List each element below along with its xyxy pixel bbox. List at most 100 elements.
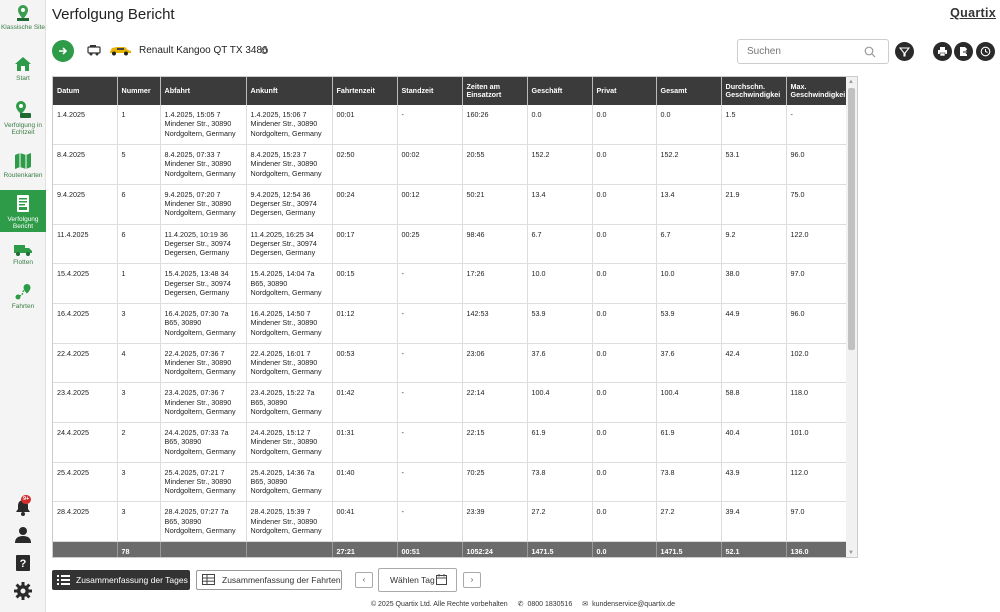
cell-fahrtenzeit: 01:42: [332, 382, 398, 423]
cell-line: Degerser Str., 30974: [250, 199, 317, 209]
search-input[interactable]: [747, 40, 857, 63]
cell-line: Mindener Str., 30890: [250, 159, 318, 169]
cell-standzeit: -: [397, 382, 463, 423]
settings-button[interactable]: [13, 581, 33, 601]
total-avg-speed: 52.1: [721, 541, 787, 557]
next-day-button[interactable]: ›: [463, 572, 481, 588]
cell-standzeit: 00:02: [397, 144, 463, 185]
cell-gesamt: 152.2: [656, 144, 722, 185]
sidebar-item-tracking-report[interactable]: Verfolgung Bericht: [0, 190, 46, 232]
cell-max: 96.0: [786, 303, 848, 344]
filter-icon: [899, 47, 910, 57]
notifications-button[interactable]: 9+: [13, 495, 33, 517]
cell-privat: 0.0: [592, 184, 657, 225]
total-standzeit: 00:51: [397, 541, 463, 557]
export-button[interactable]: [954, 42, 973, 61]
choose-day-button[interactable]: Wählen Tag: [378, 568, 457, 592]
sidebar-item-classic-site[interactable]: Klassische Site: [0, 4, 46, 40]
go-button[interactable]: [52, 40, 74, 62]
table-row[interactable]: 15.4.2025 1 15.4.2025, 13:48 34 Degerser St…: [53, 263, 848, 304]
previous-day-button[interactable]: ‹: [355, 572, 373, 588]
cell-einsatzort: 70:25: [462, 462, 528, 503]
cell-max: -: [786, 105, 848, 146]
cell-privat: 0.0: [592, 263, 657, 304]
sidebar-item-label: Verfolgung Bericht: [7, 216, 39, 230]
table-row[interactable]: 24.4.2025 2 24.4.2025, 07:33 7a B65, 30890 N…: [53, 422, 848, 463]
column-header-datum[interactable]: Datum: [53, 77, 118, 105]
schedule-button[interactable]: [976, 42, 995, 61]
cell-nummer: 1: [117, 263, 161, 304]
phone-text[interactable]: 0800 1830516: [527, 601, 572, 608]
sidebar-item-start[interactable]: Start: [0, 55, 46, 87]
table-row[interactable]: 8.4.2025 5 8.4.2025, 07:33 7 Mindener Str.,…: [53, 144, 848, 185]
search-icon[interactable]: [864, 46, 876, 58]
cell-line: Degersen, Germany: [250, 248, 316, 258]
cell-line: Nordgoltern, Germany: [250, 287, 322, 297]
cell-line: 9.4.2025, 07:20 7: [164, 189, 221, 199]
column-header-fahrtenzeit[interactable]: Fahrtenzeit: [332, 77, 398, 105]
column-header-standzeit[interactable]: Standzeit: [397, 77, 463, 105]
table-row[interactable]: 22.4.2025 4 22.4.2025, 07:36 7 Mindener Str…: [53, 343, 848, 384]
summary-days-button[interactable]: Zusammenfassung der Tages: [52, 570, 190, 590]
sidebar-item-fleets[interactable]: Flotten: [0, 243, 46, 271]
table-row[interactable]: 16.4.2025 3 16.4.2025, 07:30 7a B65, 30890 N…: [53, 303, 848, 344]
filter-button[interactable]: [895, 42, 914, 61]
cell-datum: 24.4.2025: [53, 422, 118, 463]
cell-line: 8.4.2025, 15:23 7: [250, 150, 307, 160]
email-text[interactable]: kundenservice@quartix.de: [592, 601, 675, 608]
cell-gesamt: 0.0: [656, 105, 722, 146]
scroll-down-icon[interactable]: ▼: [848, 550, 854, 556]
cell-privat: 0.0: [592, 303, 657, 344]
column-header-privat[interactable]: Privat: [592, 77, 657, 105]
table-row[interactable]: 1.4.2025 1 1.4.2025, 15:05 7 Mindener Str.,…: [53, 105, 848, 146]
column-header-max-speed[interactable]: Max. Geschwindigkei: [786, 77, 848, 105]
table-row[interactable]: 9.4.2025 6 9.4.2025, 07:20 7 Mindener Str.,…: [53, 184, 848, 225]
column-header-avg-speed[interactable]: Durchschn. Geschwindigkei: [721, 77, 787, 105]
cell-line: Nordgoltern, Germany: [250, 446, 322, 456]
sidebar-item-route-maps[interactable]: Routenkarten: [0, 152, 46, 182]
column-header-gesamt[interactable]: Gesamt: [656, 77, 722, 105]
cell-line: Degersen, Germany: [250, 208, 316, 218]
vehicle-name[interactable]: Renault Kangoo QT TX 3486: [139, 45, 268, 56]
cell-line: Degersen, Germany: [164, 248, 230, 258]
cell-fahrtenzeit: 00:24: [332, 184, 398, 225]
cell-abfahrt: 25.4.2025, 07:21 7 Mindener Str., 30890 No…: [160, 462, 247, 503]
scrollbar-thumb[interactable]: [848, 88, 855, 350]
cell-datum: 8.4.2025: [53, 144, 118, 185]
cell-standzeit: -: [397, 105, 463, 146]
cell-line: Nordgoltern, Germany: [164, 208, 236, 218]
cell-ankunft: 22.4.2025, 16:01 7 Mindener Str., 30890 No…: [246, 343, 333, 384]
summary-trips-button[interactable]: Zusammenfassung der Fahrten: [196, 570, 342, 590]
cell-line: 25.4.2025, 14:36 7a: [250, 467, 315, 477]
table-scrollbar[interactable]: ▲ ▼: [846, 77, 857, 557]
cell-line: B65, 30890: [250, 476, 288, 486]
cell-einsatzort: 20:55: [462, 144, 528, 185]
table-row[interactable]: 28.4.2025 3 28.4.2025, 07:27 7a B65, 30890 N…: [53, 501, 848, 543]
cell-line: Nordgoltern, Germany: [164, 525, 236, 535]
table-row[interactable]: 25.4.2025 3 25.4.2025, 07:21 7 Mindener Str…: [53, 462, 848, 503]
cell-geschaeft: 152.2: [527, 144, 593, 185]
cell-line: Degerser Str., 30974: [164, 238, 231, 248]
cell-gesamt: 37.6: [656, 343, 722, 384]
column-header-abfahrt[interactable]: Abfahrt: [160, 77, 247, 105]
cell-line: Mindener Str., 30890: [164, 397, 232, 407]
column-header-ankunft[interactable]: Ankunft: [246, 77, 333, 105]
cell-einsatzort: 23:06: [462, 343, 528, 384]
sidebar-item-trips[interactable]: Fahrten: [0, 283, 46, 313]
cell-datum: 1.4.2025: [53, 105, 118, 146]
column-header-einsatzort[interactable]: Zeiten am Einsatzort: [462, 77, 528, 105]
account-button[interactable]: [13, 525, 33, 545]
brand-logo[interactable]: Quartix: [950, 6, 996, 20]
vehicle-status-icon: [261, 47, 268, 54]
scroll-up-icon[interactable]: ▲: [848, 79, 854, 85]
total-privat: 0.0: [592, 541, 657, 557]
cell-ankunft: 23.4.2025, 15:22 7a B65, 30890 Nordgoltern…: [246, 382, 333, 423]
cell-abfahrt: 15.4.2025, 13:48 34 Degerser Str., 30974 D…: [160, 263, 247, 304]
column-header-nummer[interactable]: Nummer: [117, 77, 161, 105]
table-row[interactable]: 23.4.2025 3 23.4.2025, 07:36 7 Mindener Str…: [53, 382, 848, 423]
help-button[interactable]: ?: [13, 553, 33, 573]
table-row[interactable]: 11.4.2025 6 11.4.2025, 10:19 36 Degerser St…: [53, 224, 848, 265]
sidebar-item-realtime[interactable]: Verfolgung in Echtzeit: [0, 100, 46, 140]
print-button[interactable]: [933, 42, 952, 61]
column-header-geschaeft[interactable]: Geschäft: [527, 77, 593, 105]
